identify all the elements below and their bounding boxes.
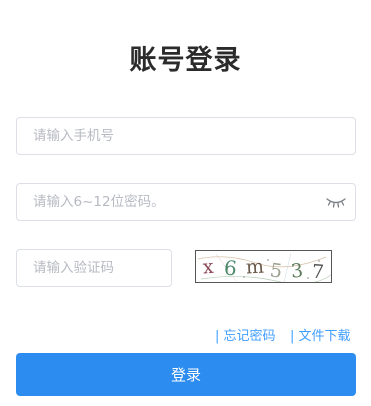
login-button[interactable]: 登录 (16, 353, 356, 396)
eye-closed-icon[interactable] (325, 194, 347, 210)
forgot-password-link[interactable]: | 忘记密码 (215, 325, 276, 344)
captcha-char: 6 (223, 255, 238, 280)
captcha-char: x (202, 256, 215, 279)
phone-input[interactable] (16, 117, 356, 155)
password-input[interactable] (16, 183, 356, 221)
captcha-char: 7 (311, 261, 325, 283)
captcha-char: 3 (290, 260, 304, 283)
login-page: 账号登录 x 6 m 5 3 7 | 忘记密码 | 文件 (0, 0, 371, 406)
verification-code-input[interactable] (16, 249, 172, 287)
captcha-char: 5 (269, 259, 284, 282)
captcha-char: m (245, 256, 264, 279)
captcha-image[interactable]: x 6 m 5 3 7 (195, 250, 332, 283)
page-title: 账号登录 (129, 45, 242, 76)
file-download-link[interactable]: | 文件下载 (290, 325, 351, 344)
